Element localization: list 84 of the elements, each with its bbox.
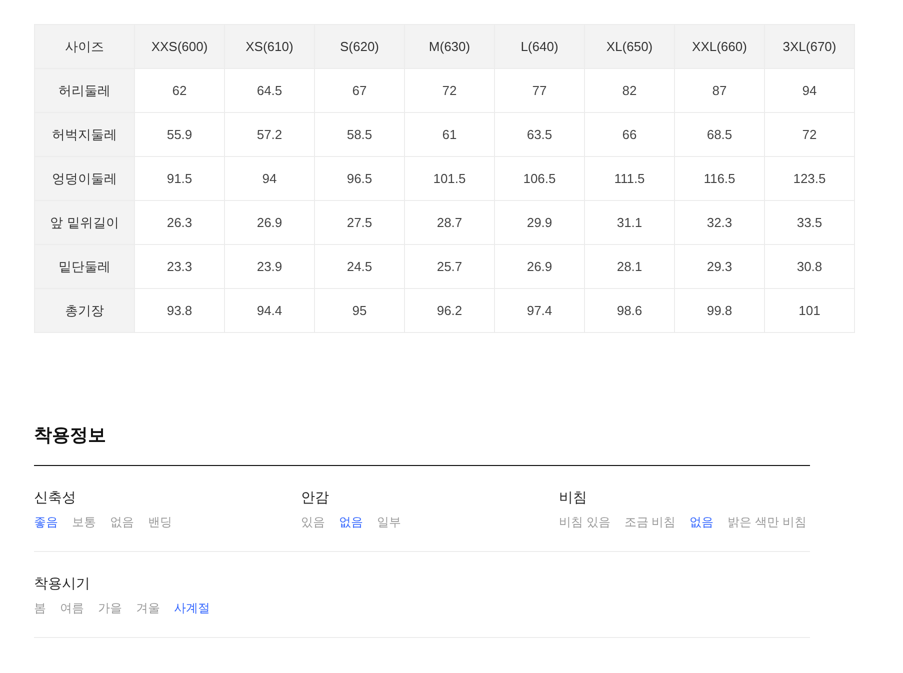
table-cell: 28.1 — [584, 244, 674, 288]
table-cell: 29.3 — [674, 244, 764, 288]
table-cell: 106.5 — [494, 156, 584, 200]
table-cell: 111.5 — [584, 156, 674, 200]
table-cell: 29.9 — [494, 200, 584, 244]
header-cell: S(620) — [314, 24, 404, 68]
header-cell: 3XL(670) — [764, 24, 854, 68]
table-cell: 96.5 — [314, 156, 404, 200]
attribute-option: 밴딩 — [148, 514, 172, 531]
attribute-label: 안감 — [301, 489, 329, 507]
table-cell: 64.5 — [224, 68, 314, 112]
table-cell: 26.3 — [134, 200, 224, 244]
table-cell: 123.5 — [764, 156, 854, 200]
row-header: 앞 밑위길이 — [34, 200, 134, 244]
header-cell: XL(650) — [584, 24, 674, 68]
row-header: 총기장 — [34, 288, 134, 332]
table-cell: 57.2 — [224, 112, 314, 156]
attribute-option: 보통 — [72, 514, 96, 531]
table-cell: 25.7 — [404, 244, 494, 288]
table-cell: 26.9 — [224, 200, 314, 244]
attribute-option: 겨울 — [136, 600, 160, 617]
attribute-option: 없음 — [690, 514, 714, 531]
table-cell: 33.5 — [764, 200, 854, 244]
table-cell: 24.5 — [314, 244, 404, 288]
table-cell: 62 — [134, 68, 224, 112]
table-cell: 58.5 — [314, 112, 404, 156]
table-cell: 116.5 — [674, 156, 764, 200]
table-cell: 67 — [314, 68, 404, 112]
header-cell: XXS(600) — [134, 24, 224, 68]
table-cell: 99.8 — [674, 288, 764, 332]
table-cell: 101 — [764, 288, 854, 332]
table-cell: 23.9 — [224, 244, 314, 288]
table-cell: 27.5 — [314, 200, 404, 244]
table-cell: 66 — [584, 112, 674, 156]
table-cell: 94.4 — [224, 288, 314, 332]
table-cell: 91.5 — [134, 156, 224, 200]
row-header: 허리둘레 — [34, 68, 134, 112]
attribute-label: 비침 — [559, 489, 587, 507]
table-cell: 23.3 — [134, 244, 224, 288]
table-cell: 30.8 — [764, 244, 854, 288]
table-cell: 68.5 — [674, 112, 764, 156]
table-cell: 72 — [764, 112, 854, 156]
attribute-option: 좋음 — [34, 514, 58, 531]
table-cell: 63.5 — [494, 112, 584, 156]
attribute-option: 일부 — [377, 514, 401, 531]
attribute-option: 없음 — [110, 514, 134, 531]
table-cell: 98.6 — [584, 288, 674, 332]
attribute-option: 조금 비침 — [624, 514, 676, 531]
table-cell: 72 — [404, 68, 494, 112]
header-cell: 사이즈 — [34, 24, 134, 68]
table-cell: 94 — [224, 156, 314, 200]
attribute-option: 여름 — [60, 600, 84, 617]
attribute-option: 밝은 색만 비침 — [728, 514, 806, 531]
table-cell: 77 — [494, 68, 584, 112]
row-header: 엉덩이둘레 — [34, 156, 134, 200]
attribute-label: 신축성 — [34, 489, 76, 507]
table-cell: 93.8 — [134, 288, 224, 332]
table-cell: 87 — [674, 68, 764, 112]
table-cell: 28.7 — [404, 200, 494, 244]
table-cell: 94 — [764, 68, 854, 112]
table-cell: 96.2 — [404, 288, 494, 332]
table-cell: 61 — [404, 112, 494, 156]
header-cell: L(640) — [494, 24, 584, 68]
attribute-option: 있음 — [301, 514, 325, 531]
table-cell: 82 — [584, 68, 674, 112]
table-cell: 101.5 — [404, 156, 494, 200]
row-header: 밑단둘레 — [34, 244, 134, 288]
row-header: 허벅지둘레 — [34, 112, 134, 156]
table-cell: 95 — [314, 288, 404, 332]
section-title: 착용정보 — [34, 424, 106, 447]
header-cell: XXL(660) — [674, 24, 764, 68]
header-cell: M(630) — [404, 24, 494, 68]
attribute-option: 비침 있음 — [559, 514, 610, 531]
attribute-option: 없음 — [339, 514, 363, 531]
table-cell: 55.9 — [134, 112, 224, 156]
attribute-option: 가을 — [98, 600, 122, 617]
table-cell: 97.4 — [494, 288, 584, 332]
attribute-label: 착용시기 — [34, 575, 90, 593]
table-cell: 31.1 — [584, 200, 674, 244]
table-cell: 32.3 — [674, 200, 764, 244]
header-cell: XS(610) — [224, 24, 314, 68]
attribute-option: 사계절 — [174, 600, 210, 617]
attribute-option: 봄 — [34, 600, 46, 617]
table-cell: 26.9 — [494, 244, 584, 288]
